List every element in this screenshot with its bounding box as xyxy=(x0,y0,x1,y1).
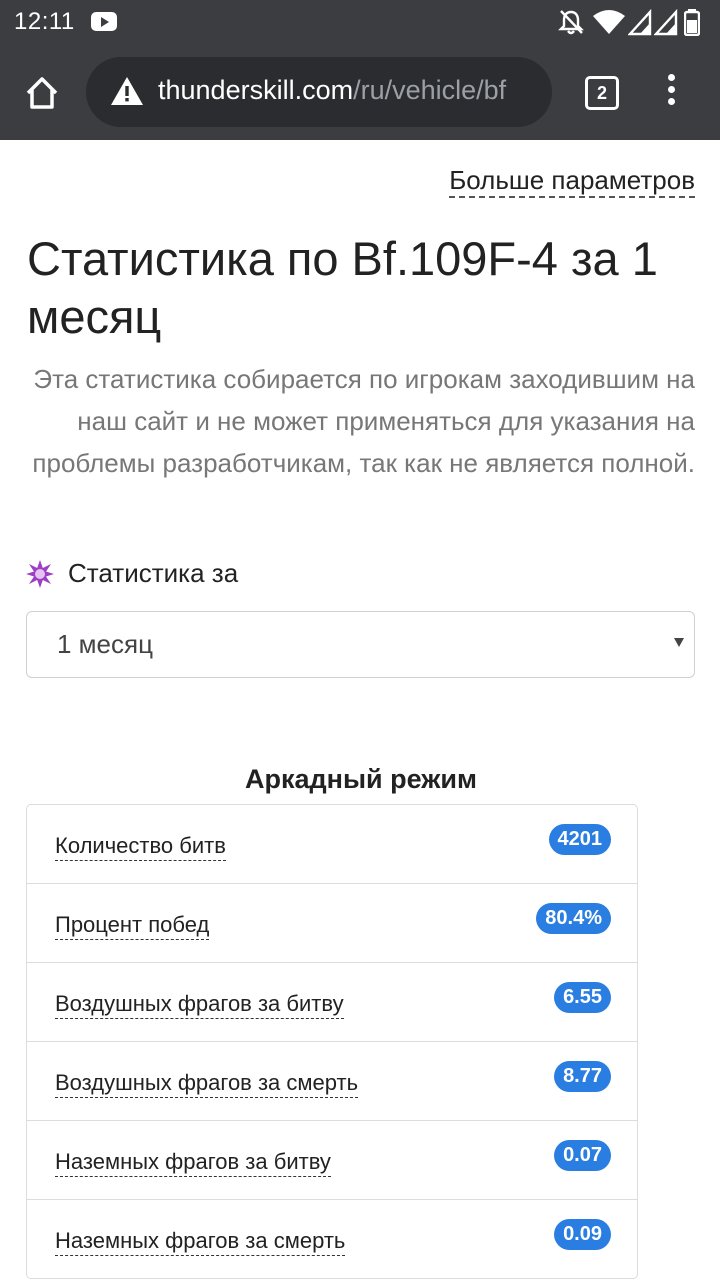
signal-icon xyxy=(628,8,652,36)
stat-value-badge: 4201 xyxy=(548,824,611,855)
disclaimer-text: Эта статистика собирается по игрокам зах… xyxy=(32,364,695,478)
stat-value-badge: 8.77 xyxy=(554,1061,611,1092)
more-vert-icon[interactable] xyxy=(665,74,677,110)
home-icon[interactable] xyxy=(22,73,62,113)
stat-label[interactable]: Количество битв xyxy=(55,832,226,861)
page-title: Статистика по Bf.109F-4 за 1 месяц xyxy=(27,232,658,343)
stat-row-battles: Количество битв 4201 xyxy=(27,805,637,884)
period-select[interactable]: 1 месяц xyxy=(26,611,695,678)
status-bar: 12:11 xyxy=(0,0,720,44)
period-select-value: 1 месяц xyxy=(57,629,153,659)
stat-label[interactable]: Наземных фрагов за смерть xyxy=(55,1227,346,1256)
tabs-button[interactable]: 2 xyxy=(585,76,619,110)
more-params-link[interactable]: Больше параметров xyxy=(449,164,695,198)
stat-label[interactable]: Воздушных фрагов за битву xyxy=(55,990,344,1019)
stat-row-ground-kills-per-death: Наземных фрагов за смерть 0.09 xyxy=(27,1200,637,1278)
battery-icon xyxy=(684,9,700,36)
url-path: /ru/vehicle/bf xyxy=(353,75,507,105)
arcade-stats-list: Количество битв 4201 Процент побед 80.4%… xyxy=(26,804,638,1279)
wifi-icon xyxy=(593,10,625,34)
stat-value-badge: 0.09 xyxy=(554,1219,611,1250)
stat-row-ground-kills-per-battle: Наземных фрагов за битву 0.07 xyxy=(27,1121,637,1200)
browser-toolbar: thunderskill.com/ru/vehicle/bf 2 xyxy=(0,44,720,140)
tab-count: 2 xyxy=(596,83,607,103)
stat-value-badge: 6.55 xyxy=(554,982,611,1013)
stat-row-air-kills-per-battle: Воздушных фрагов за битву 6.55 xyxy=(27,963,637,1042)
stat-row-air-kills-per-death: Воздушных фрагов за смерть 8.77 xyxy=(27,1042,637,1121)
stat-row-win-rate: Процент побед 80.4% xyxy=(27,884,637,963)
stat-label[interactable]: Воздушных фрагов за смерть xyxy=(55,1069,359,1098)
arcade-mode-title: Аркадный режим xyxy=(245,764,477,794)
status-time: 12:11 xyxy=(14,8,75,35)
warning-icon[interactable] xyxy=(110,76,144,106)
stat-value-badge: 0.07 xyxy=(554,1140,611,1171)
stat-value-badge: 80.4% xyxy=(536,903,611,934)
notifications-off-icon xyxy=(558,10,584,35)
signal-icon-2 xyxy=(654,8,678,36)
stat-label[interactable]: Процент побед xyxy=(55,911,210,940)
url-text[interactable]: thunderskill.com/ru/vehicle/bf xyxy=(158,75,506,106)
period-label: Статистика за xyxy=(68,558,239,588)
youtube-notification-icon xyxy=(91,12,117,31)
url-domain: thunderskill.com xyxy=(158,75,354,105)
page-content: Больше параметров Статистика по Bf.109F-… xyxy=(0,140,720,1280)
address-bar[interactable]: thunderskill.com/ru/vehicle/bf xyxy=(86,57,552,127)
chevron-down-icon xyxy=(674,638,684,647)
stat-label[interactable]: Наземных фрагов за битву xyxy=(55,1148,331,1177)
sparkle-icon xyxy=(26,560,54,588)
